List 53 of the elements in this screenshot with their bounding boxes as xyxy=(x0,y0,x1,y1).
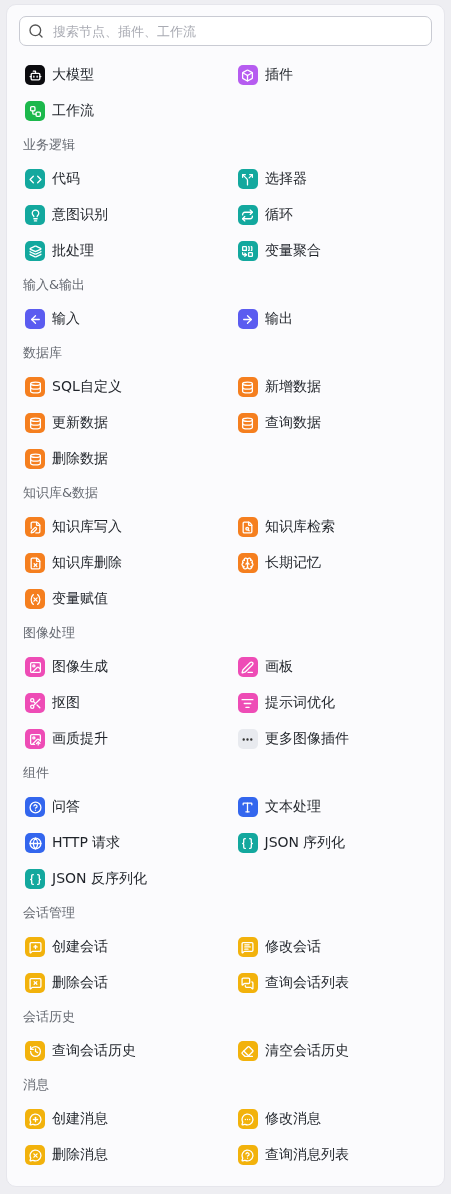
node-item[interactable]: 删除数据 xyxy=(19,441,220,477)
node-item[interactable]: 创建消息 xyxy=(19,1101,220,1137)
search-icon xyxy=(28,23,44,39)
search-field[interactable]: 搜索节点、插件、工作流 xyxy=(19,16,432,46)
node-item[interactable]: 更多图像插件 xyxy=(231,721,432,757)
node-item[interactable]: 循环 xyxy=(231,197,432,233)
node-item[interactable]: 查询数据 xyxy=(231,405,432,441)
node-item[interactable]: 抠图 xyxy=(19,685,220,721)
node-item[interactable]: 知识库检索 xyxy=(231,509,432,545)
node-item[interactable]: 删除消息 xyxy=(19,1137,220,1173)
node-item[interactable]: 查询消息列表 xyxy=(231,1137,432,1173)
node-item[interactable]: JSON 序列化 xyxy=(231,825,432,861)
node-item[interactable]: 变量赋值 xyxy=(19,581,220,617)
node-item[interactable]: 创建会话 xyxy=(19,929,220,965)
node-item[interactable]: 提示词优化 xyxy=(231,685,432,721)
node-item[interactable]: HTTP 请求 xyxy=(19,825,220,861)
node-item[interactable]: 工作流 xyxy=(19,93,220,129)
node-item[interactable]: 长期记忆 xyxy=(231,545,432,581)
section-header: 业务逻辑 xyxy=(22,136,76,154)
node-item[interactable]: 画板 xyxy=(231,649,432,685)
node-item[interactable]: 知识库删除 xyxy=(19,545,220,581)
node-item[interactable]: SQL自定义 xyxy=(19,369,220,405)
node-item[interactable]: 修改会话 xyxy=(231,929,432,965)
section-header: 图像处理 xyxy=(22,624,76,642)
node-item[interactable]: 批处理 xyxy=(19,233,220,269)
node-item[interactable]: 输出 xyxy=(231,301,432,337)
node-item[interactable]: 插件 xyxy=(231,57,432,93)
node-item[interactable]: 输入 xyxy=(19,301,220,337)
node-item[interactable]: 选择器 xyxy=(231,161,432,197)
section-header: 消息 xyxy=(22,1076,50,1094)
node-item[interactable]: 意图识别 xyxy=(19,197,220,233)
node-item[interactable]: 图像生成 xyxy=(19,649,220,685)
node-item[interactable]: 删除会话 xyxy=(19,965,220,1001)
node-item[interactable]: 修改消息 xyxy=(231,1101,432,1137)
section-header: 知识库&数据 xyxy=(22,484,100,502)
node-item[interactable]: 问答 xyxy=(19,789,220,825)
section-header: 会话历史 xyxy=(22,1008,76,1026)
node-item[interactable]: 查询会话列表 xyxy=(231,965,432,1001)
section-header: 数据库 xyxy=(22,344,63,362)
node-item[interactable]: 文本处理 xyxy=(231,789,432,825)
node-item[interactable]: 大模型 xyxy=(19,57,220,93)
node-item[interactable]: 变量聚合 xyxy=(231,233,432,269)
node-item[interactable]: JSON 反序列化 xyxy=(19,861,220,897)
node-item[interactable]: 画质提升 xyxy=(19,721,220,757)
section-header: 组件 xyxy=(22,764,50,782)
node-item[interactable]: 新增数据 xyxy=(231,369,432,405)
section-header: 会话管理 xyxy=(22,904,76,922)
node-item[interactable]: 清空会话历史 xyxy=(231,1033,432,1069)
node-item[interactable]: 代码 xyxy=(19,161,220,197)
node-item[interactable]: 知识库写入 xyxy=(19,509,220,545)
section-header: 输入&输出 xyxy=(22,276,87,294)
node-item[interactable]: 更新数据 xyxy=(19,405,220,441)
node-item[interactable]: 查询会话历史 xyxy=(19,1033,220,1069)
